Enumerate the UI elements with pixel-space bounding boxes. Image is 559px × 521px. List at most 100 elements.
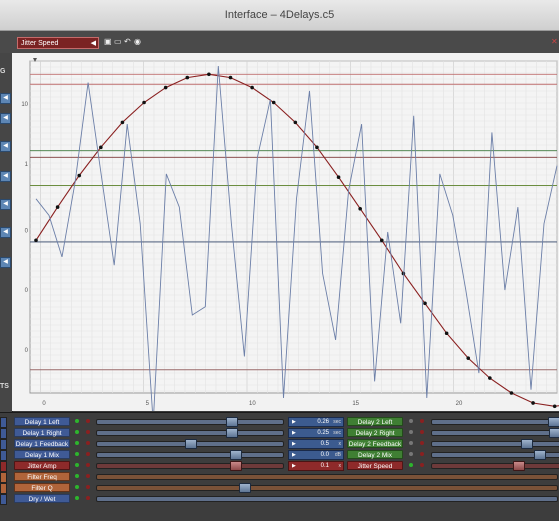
- play-icon: ▶: [292, 452, 296, 458]
- unit-text: x: [338, 463, 342, 469]
- sine-point: [509, 391, 514, 395]
- undo-icon[interactable]: ↶: [124, 37, 132, 47]
- window-title: Interface – 4Delays.c5: [224, 9, 335, 21]
- x-tick-label: 20: [456, 401, 463, 407]
- param-label-right: Delay 2 Left: [347, 417, 403, 426]
- unit-text: x: [338, 441, 342, 447]
- unit-text: sec: [333, 430, 341, 436]
- value-box[interactable]: ▶ 0.26 sec: [288, 417, 344, 427]
- value-text: 0.0: [320, 452, 329, 458]
- param-label: Delay 1 Feedback: [14, 439, 70, 448]
- left-arrow-button[interactable]: ◀: [0, 141, 11, 152]
- left-arrow-button[interactable]: ◀: [0, 113, 11, 124]
- param-slider[interactable]: [96, 439, 284, 449]
- param-label: Filter Q: [14, 483, 70, 492]
- sine-point: [488, 376, 492, 380]
- status-led-green: [75, 485, 79, 489]
- play-icon: ▶: [292, 419, 296, 425]
- control-panel: Delay 1 Left ▶ 0.26 sec Delay 2 Left Delay 1 …: [0, 412, 559, 521]
- app-window: Interface – 4Delays.c5 Jitter Speed ◀ ▣ …: [0, 0, 559, 521]
- value-box[interactable]: ▶ 0.0 dB: [288, 450, 344, 460]
- slider-thumb[interactable]: [533, 450, 546, 460]
- row-color-tab: [0, 439, 7, 450]
- param-slider[interactable]: [96, 428, 284, 438]
- save-icon[interactable]: ▣: [104, 37, 112, 47]
- value-box[interactable]: ▶ 0.5 x: [288, 439, 344, 449]
- value-text: 0.25: [317, 430, 329, 436]
- waveform-plot[interactable]: 10 1 0 0 0 0 5 10 15 20: [12, 53, 559, 423]
- plot-canvas: 1010000 5 10 15 20: [21, 58, 559, 423]
- param-slider-right[interactable]: [431, 417, 559, 427]
- sine-point: [142, 100, 146, 105]
- status-led-green: [75, 430, 79, 434]
- sine-point: [379, 238, 384, 243]
- status-led-red: [86, 419, 90, 423]
- status-led-red: [420, 463, 424, 467]
- sine-point: [99, 145, 103, 150]
- value-text: 0.26: [317, 419, 329, 425]
- slider-thumb[interactable]: [229, 461, 242, 471]
- slider-thumb[interactable]: [225, 417, 238, 427]
- sine-point: [228, 75, 233, 80]
- status-led-red: [420, 452, 424, 456]
- left-arrow-button[interactable]: ◀: [0, 257, 11, 268]
- play-icon: ▶: [292, 463, 296, 469]
- left-arrow-button[interactable]: ◀: [0, 171, 11, 182]
- sine-point: [423, 301, 427, 306]
- status-led-red: [86, 496, 90, 500]
- sine-point: [34, 238, 38, 243]
- status-led-green: [75, 452, 79, 456]
- sine-point: [185, 75, 190, 80]
- status-led-red: [86, 463, 90, 467]
- param-slider-right[interactable]: [431, 461, 559, 471]
- value-box[interactable]: ▶ 0.25 sec: [288, 428, 344, 438]
- param-slider[interactable]: [96, 417, 284, 427]
- param-label: Delay 1 Left: [14, 417, 70, 426]
- title-bar[interactable]: Interface – 4Delays.c5: [0, 0, 559, 31]
- slider-thumb[interactable]: [225, 428, 238, 438]
- param-slider[interactable]: [96, 450, 284, 460]
- status-led-red: [86, 452, 90, 456]
- left-strip-label: G: [0, 68, 6, 75]
- status-led: [409, 463, 413, 467]
- param-slider-right[interactable]: [431, 439, 559, 449]
- slider-thumb[interactable]: [547, 417, 559, 427]
- value-text: 0.5: [320, 441, 329, 447]
- status-led: [409, 441, 413, 445]
- toolbar: Jitter Speed ◀ ▣ ▭ ↶ ◉ ✕: [0, 31, 559, 54]
- left-arrow-button[interactable]: ◀: [0, 227, 11, 238]
- sine-point: [120, 120, 125, 125]
- status-led: [409, 452, 413, 456]
- left-arrow-button[interactable]: ◀: [0, 93, 11, 104]
- param-slider[interactable]: [96, 483, 558, 493]
- param-slider[interactable]: [96, 474, 558, 480]
- slider-thumb[interactable]: [512, 461, 525, 471]
- slider-thumb[interactable]: [520, 439, 533, 449]
- slider-thumb[interactable]: [239, 483, 252, 493]
- preset-selector[interactable]: Jitter Speed ◀: [17, 37, 99, 49]
- slider-thumb[interactable]: [185, 439, 197, 449]
- value-box[interactable]: ▶ 0.1 x: [288, 461, 344, 471]
- param-slider-right[interactable]: [431, 450, 559, 460]
- folder-icon[interactable]: ▭: [114, 37, 122, 47]
- y-tick-label: 0: [25, 228, 29, 234]
- sine-point: [250, 85, 254, 90]
- left-arrow-button[interactable]: ◀: [0, 199, 11, 210]
- left-strip-label: TS: [0, 383, 9, 390]
- slider-thumb[interactable]: [549, 428, 559, 438]
- sine-point: [207, 72, 211, 77]
- close-icon[interactable]: ✕: [551, 37, 559, 47]
- param-slider[interactable]: [96, 496, 558, 502]
- eye-icon[interactable]: ◉: [134, 37, 142, 47]
- status-led-green: [75, 441, 79, 445]
- param-slider-right[interactable]: [431, 428, 559, 438]
- param-label: Delay 1 Right: [14, 428, 70, 437]
- row-color-tab: [0, 417, 7, 428]
- slider-thumb[interactable]: [229, 450, 242, 460]
- sine-point: [444, 331, 449, 336]
- row-color-tab: [0, 450, 7, 461]
- status-led-red: [420, 430, 424, 434]
- param-slider[interactable]: [96, 461, 284, 471]
- param-label-right: Jitter Speed: [347, 461, 403, 470]
- sine-point: [55, 205, 60, 209]
